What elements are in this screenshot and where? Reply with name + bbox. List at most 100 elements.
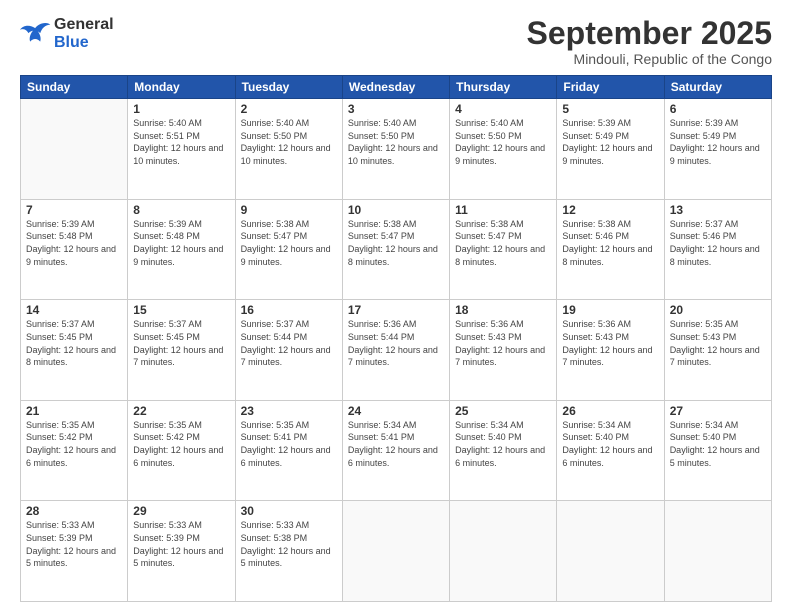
table-row: 10Sunrise: 5:38 AMSunset: 5:47 PMDayligh… [342, 199, 449, 300]
col-monday: Monday [128, 76, 235, 99]
table-row: 4Sunrise: 5:40 AMSunset: 5:50 PMDaylight… [450, 99, 557, 200]
calendar-week-row: 28Sunrise: 5:33 AMSunset: 5:39 PMDayligh… [21, 501, 772, 602]
calendar-table: Sunday Monday Tuesday Wednesday Thursday… [20, 75, 772, 602]
table-row: 5Sunrise: 5:39 AMSunset: 5:49 PMDaylight… [557, 99, 664, 200]
day-detail: Sunrise: 5:36 AMSunset: 5:43 PMDaylight:… [455, 318, 551, 368]
day-number: 19 [562, 303, 658, 317]
day-number: 20 [670, 303, 766, 317]
day-detail: Sunrise: 5:34 AMSunset: 5:41 PMDaylight:… [348, 419, 444, 469]
day-number: 10 [348, 203, 444, 217]
table-row: 11Sunrise: 5:38 AMSunset: 5:47 PMDayligh… [450, 199, 557, 300]
table-row [342, 501, 449, 602]
table-row: 6Sunrise: 5:39 AMSunset: 5:49 PMDaylight… [664, 99, 771, 200]
day-number: 16 [241, 303, 337, 317]
day-number: 14 [26, 303, 122, 317]
day-number: 12 [562, 203, 658, 217]
day-detail: Sunrise: 5:35 AMSunset: 5:43 PMDaylight:… [670, 318, 766, 368]
day-number: 24 [348, 404, 444, 418]
day-detail: Sunrise: 5:33 AMSunset: 5:39 PMDaylight:… [133, 519, 229, 569]
day-detail: Sunrise: 5:39 AMSunset: 5:48 PMDaylight:… [26, 218, 122, 268]
table-row [450, 501, 557, 602]
day-number: 23 [241, 404, 337, 418]
day-number: 4 [455, 102, 551, 116]
table-row: 19Sunrise: 5:36 AMSunset: 5:43 PMDayligh… [557, 300, 664, 401]
month-title: September 2025 [527, 16, 772, 51]
table-row: 27Sunrise: 5:34 AMSunset: 5:40 PMDayligh… [664, 400, 771, 501]
table-row: 1Sunrise: 5:40 AMSunset: 5:51 PMDaylight… [128, 99, 235, 200]
day-number: 25 [455, 404, 551, 418]
calendar-week-row: 21Sunrise: 5:35 AMSunset: 5:42 PMDayligh… [21, 400, 772, 501]
table-row: 9Sunrise: 5:38 AMSunset: 5:47 PMDaylight… [235, 199, 342, 300]
table-row [21, 99, 128, 200]
table-row: 12Sunrise: 5:38 AMSunset: 5:46 PMDayligh… [557, 199, 664, 300]
table-row: 2Sunrise: 5:40 AMSunset: 5:50 PMDaylight… [235, 99, 342, 200]
logo-bird-icon [20, 20, 52, 48]
day-number: 5 [562, 102, 658, 116]
table-row: 25Sunrise: 5:34 AMSunset: 5:40 PMDayligh… [450, 400, 557, 501]
table-row: 17Sunrise: 5:36 AMSunset: 5:44 PMDayligh… [342, 300, 449, 401]
day-number: 30 [241, 504, 337, 518]
day-detail: Sunrise: 5:39 AMSunset: 5:49 PMDaylight:… [670, 117, 766, 167]
day-detail: Sunrise: 5:39 AMSunset: 5:48 PMDaylight:… [133, 218, 229, 268]
table-row: 8Sunrise: 5:39 AMSunset: 5:48 PMDaylight… [128, 199, 235, 300]
day-detail: Sunrise: 5:39 AMSunset: 5:49 PMDaylight:… [562, 117, 658, 167]
table-row: 28Sunrise: 5:33 AMSunset: 5:39 PMDayligh… [21, 501, 128, 602]
calendar-week-row: 14Sunrise: 5:37 AMSunset: 5:45 PMDayligh… [21, 300, 772, 401]
day-detail: Sunrise: 5:40 AMSunset: 5:50 PMDaylight:… [455, 117, 551, 167]
day-detail: Sunrise: 5:37 AMSunset: 5:45 PMDaylight:… [133, 318, 229, 368]
table-row: 24Sunrise: 5:34 AMSunset: 5:41 PMDayligh… [342, 400, 449, 501]
table-row [557, 501, 664, 602]
day-detail: Sunrise: 5:38 AMSunset: 5:47 PMDaylight:… [348, 218, 444, 268]
day-number: 22 [133, 404, 229, 418]
day-detail: Sunrise: 5:38 AMSunset: 5:47 PMDaylight:… [455, 218, 551, 268]
day-number: 26 [562, 404, 658, 418]
day-number: 15 [133, 303, 229, 317]
day-detail: Sunrise: 5:40 AMSunset: 5:50 PMDaylight:… [241, 117, 337, 167]
table-row: 23Sunrise: 5:35 AMSunset: 5:41 PMDayligh… [235, 400, 342, 501]
table-row: 3Sunrise: 5:40 AMSunset: 5:50 PMDaylight… [342, 99, 449, 200]
logo-text: General Blue [54, 16, 114, 53]
table-row: 7Sunrise: 5:39 AMSunset: 5:48 PMDaylight… [21, 199, 128, 300]
day-number: 21 [26, 404, 122, 418]
day-number: 9 [241, 203, 337, 217]
day-detail: Sunrise: 5:34 AMSunset: 5:40 PMDaylight:… [562, 419, 658, 469]
location-subtitle: Mindouli, Republic of the Congo [527, 51, 772, 67]
day-detail: Sunrise: 5:35 AMSunset: 5:42 PMDaylight:… [133, 419, 229, 469]
day-detail: Sunrise: 5:38 AMSunset: 5:46 PMDaylight:… [562, 218, 658, 268]
day-detail: Sunrise: 5:37 AMSunset: 5:45 PMDaylight:… [26, 318, 122, 368]
day-number: 29 [133, 504, 229, 518]
day-detail: Sunrise: 5:34 AMSunset: 5:40 PMDaylight:… [455, 419, 551, 469]
table-row: 26Sunrise: 5:34 AMSunset: 5:40 PMDayligh… [557, 400, 664, 501]
day-number: 2 [241, 102, 337, 116]
title-block: September 2025 Mindouli, Republic of the… [527, 16, 772, 67]
day-number: 11 [455, 203, 551, 217]
day-number: 17 [348, 303, 444, 317]
day-detail: Sunrise: 5:36 AMSunset: 5:43 PMDaylight:… [562, 318, 658, 368]
table-row: 20Sunrise: 5:35 AMSunset: 5:43 PMDayligh… [664, 300, 771, 401]
day-detail: Sunrise: 5:36 AMSunset: 5:44 PMDaylight:… [348, 318, 444, 368]
col-thursday: Thursday [450, 76, 557, 99]
page: General Blue September 2025 Mindouli, Re… [0, 0, 792, 612]
day-detail: Sunrise: 5:33 AMSunset: 5:39 PMDaylight:… [26, 519, 122, 569]
table-row [664, 501, 771, 602]
day-detail: Sunrise: 5:35 AMSunset: 5:42 PMDaylight:… [26, 419, 122, 469]
logo: General Blue [20, 16, 114, 53]
calendar-week-row: 7Sunrise: 5:39 AMSunset: 5:48 PMDaylight… [21, 199, 772, 300]
table-row: 30Sunrise: 5:33 AMSunset: 5:38 PMDayligh… [235, 501, 342, 602]
day-number: 1 [133, 102, 229, 116]
calendar-week-row: 1Sunrise: 5:40 AMSunset: 5:51 PMDaylight… [21, 99, 772, 200]
table-row: 29Sunrise: 5:33 AMSunset: 5:39 PMDayligh… [128, 501, 235, 602]
day-detail: Sunrise: 5:40 AMSunset: 5:50 PMDaylight:… [348, 117, 444, 167]
day-detail: Sunrise: 5:38 AMSunset: 5:47 PMDaylight:… [241, 218, 337, 268]
day-detail: Sunrise: 5:37 AMSunset: 5:44 PMDaylight:… [241, 318, 337, 368]
day-detail: Sunrise: 5:33 AMSunset: 5:38 PMDaylight:… [241, 519, 337, 569]
table-row: 13Sunrise: 5:37 AMSunset: 5:46 PMDayligh… [664, 199, 771, 300]
header: General Blue September 2025 Mindouli, Re… [20, 16, 772, 67]
table-row: 21Sunrise: 5:35 AMSunset: 5:42 PMDayligh… [21, 400, 128, 501]
day-detail: Sunrise: 5:40 AMSunset: 5:51 PMDaylight:… [133, 117, 229, 167]
col-saturday: Saturday [664, 76, 771, 99]
weekday-header-row: Sunday Monday Tuesday Wednesday Thursday… [21, 76, 772, 99]
day-number: 18 [455, 303, 551, 317]
day-number: 28 [26, 504, 122, 518]
day-number: 3 [348, 102, 444, 116]
